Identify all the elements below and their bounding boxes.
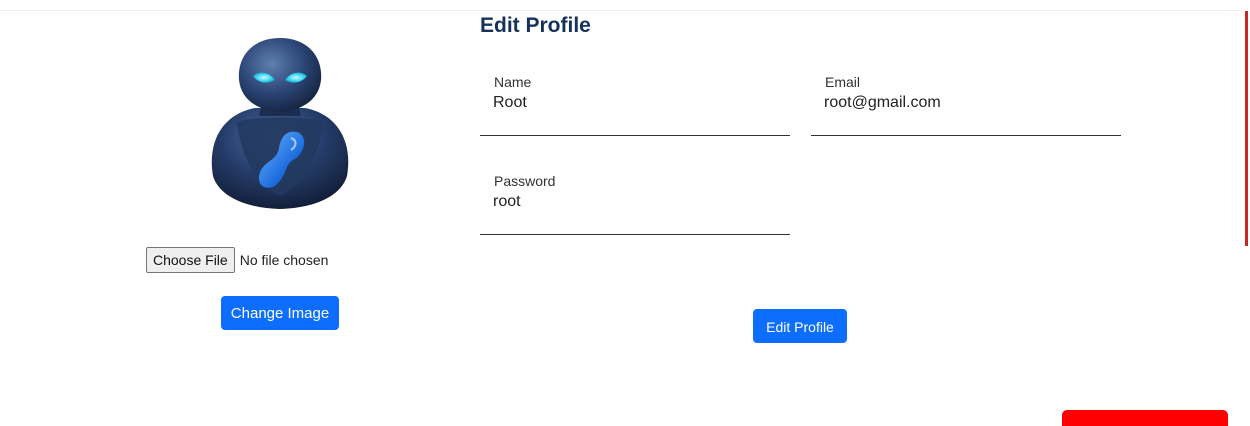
email-label: Email <box>825 74 861 90</box>
password-input[interactable] <box>493 193 783 211</box>
email-field: Email <box>811 74 1121 136</box>
page-title: Edit Profile <box>480 14 591 37</box>
name-label: Name <box>494 74 532 90</box>
password-label: Password <box>494 173 556 189</box>
right-accent-bar <box>1245 11 1248 246</box>
choose-file-button[interactable]: Choose File <box>146 247 235 273</box>
name-input[interactable] <box>493 94 783 112</box>
robot-avatar-icon <box>211 38 349 209</box>
red-action-button[interactable] <box>1062 410 1228 426</box>
name-field: Name <box>480 74 790 136</box>
file-input[interactable]: Choose File No file chosen <box>146 247 328 273</box>
email-input[interactable] <box>824 94 1114 112</box>
file-status-text: No file chosen <box>239 252 329 268</box>
password-field: Password <box>480 173 790 235</box>
edit-profile-page: Choose File No file chosen Change Image … <box>0 0 1250 426</box>
edit-profile-button[interactable]: Edit Profile <box>753 309 847 343</box>
change-image-button[interactable]: Change Image <box>221 296 339 330</box>
top-divider <box>0 10 1240 11</box>
